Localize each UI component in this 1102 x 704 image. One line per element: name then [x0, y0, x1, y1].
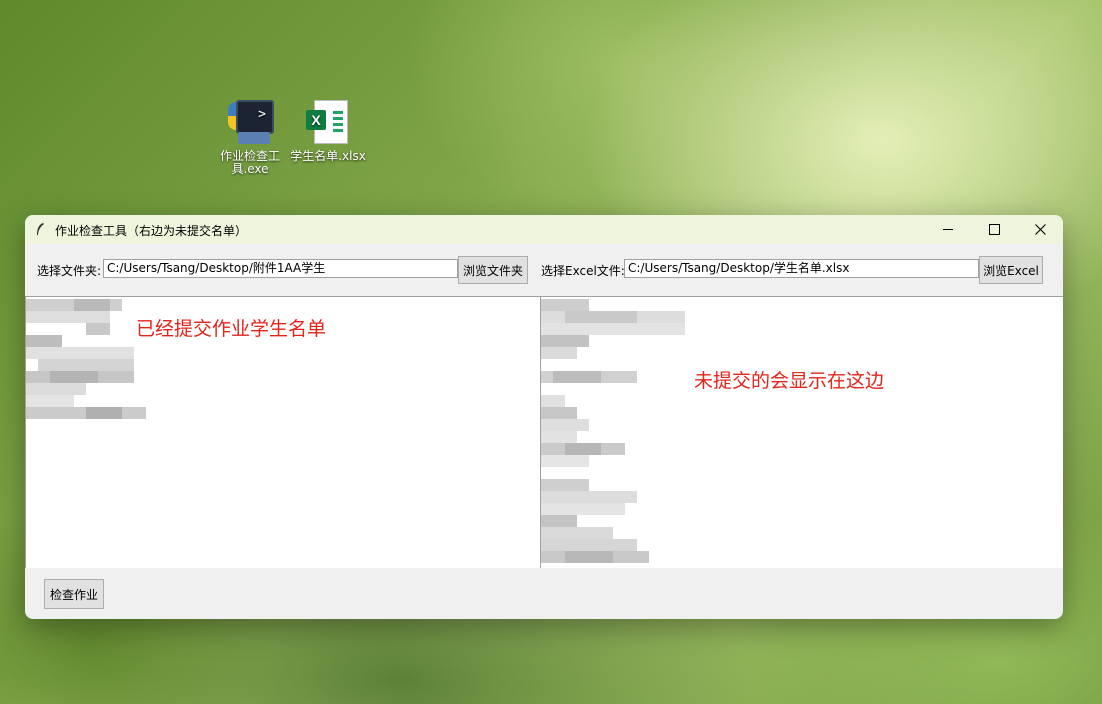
excel-file-icon: X [304, 98, 352, 146]
unsubmitted-list[interactable]: 未提交的会显示在这边 [540, 296, 1063, 568]
desktop-icon-homework-tool[interactable]: > 作业检查工具.exe [212, 98, 288, 176]
python-exe-icon: > [226, 98, 274, 146]
excel-path-input[interactable]: C:/Users/Tsang/Desktop/学生名单.xlsx [624, 259, 979, 278]
unsubmitted-annotation: 未提交的会显示在这边 [694, 370, 885, 392]
browse-excel-button[interactable]: 浏览Excel [979, 256, 1043, 284]
browse-folder-button[interactable]: 浏览文件夹 [458, 256, 528, 284]
excel-label: 选择Excel文件: [541, 264, 625, 278]
maximize-icon [988, 224, 1000, 235]
submitted-annotation: 已经提交作业学生名单 [136, 318, 327, 340]
feather-icon [37, 223, 44, 235]
minimize-button[interactable] [925, 215, 971, 244]
file-selection-bar: 选择文件夹: C:/Users/Tsang/Desktop/附件1AA学生 浏览… [25, 244, 1063, 296]
close-icon [1034, 224, 1046, 235]
check-homework-button[interactable]: 检查作业 [44, 579, 104, 609]
window-title: 作业检查工具（右边为未提交名单） [55, 224, 248, 238]
minimize-icon [943, 229, 953, 230]
app-window: 作业检查工具（右边为未提交名单） 选择文件夹: C:/Users/Tsang/D… [25, 215, 1063, 619]
desktop-icon-label: 作业检查工具.exe [219, 149, 280, 176]
desktop-icon-label: 学生名单.xlsx [290, 149, 366, 163]
maximize-button[interactable] [971, 215, 1017, 244]
folder-path-input[interactable]: C:/Users/Tsang/Desktop/附件1AA学生 [103, 259, 458, 278]
submitted-list[interactable]: 已经提交作业学生名单 [25, 296, 540, 568]
desktop-icon-student-list[interactable]: X 学生名单.xlsx [288, 98, 368, 163]
folder-label: 选择文件夹: [37, 264, 102, 278]
title-bar: 作业检查工具（右边为未提交名单） [25, 215, 1063, 244]
close-button[interactable] [1017, 215, 1063, 244]
